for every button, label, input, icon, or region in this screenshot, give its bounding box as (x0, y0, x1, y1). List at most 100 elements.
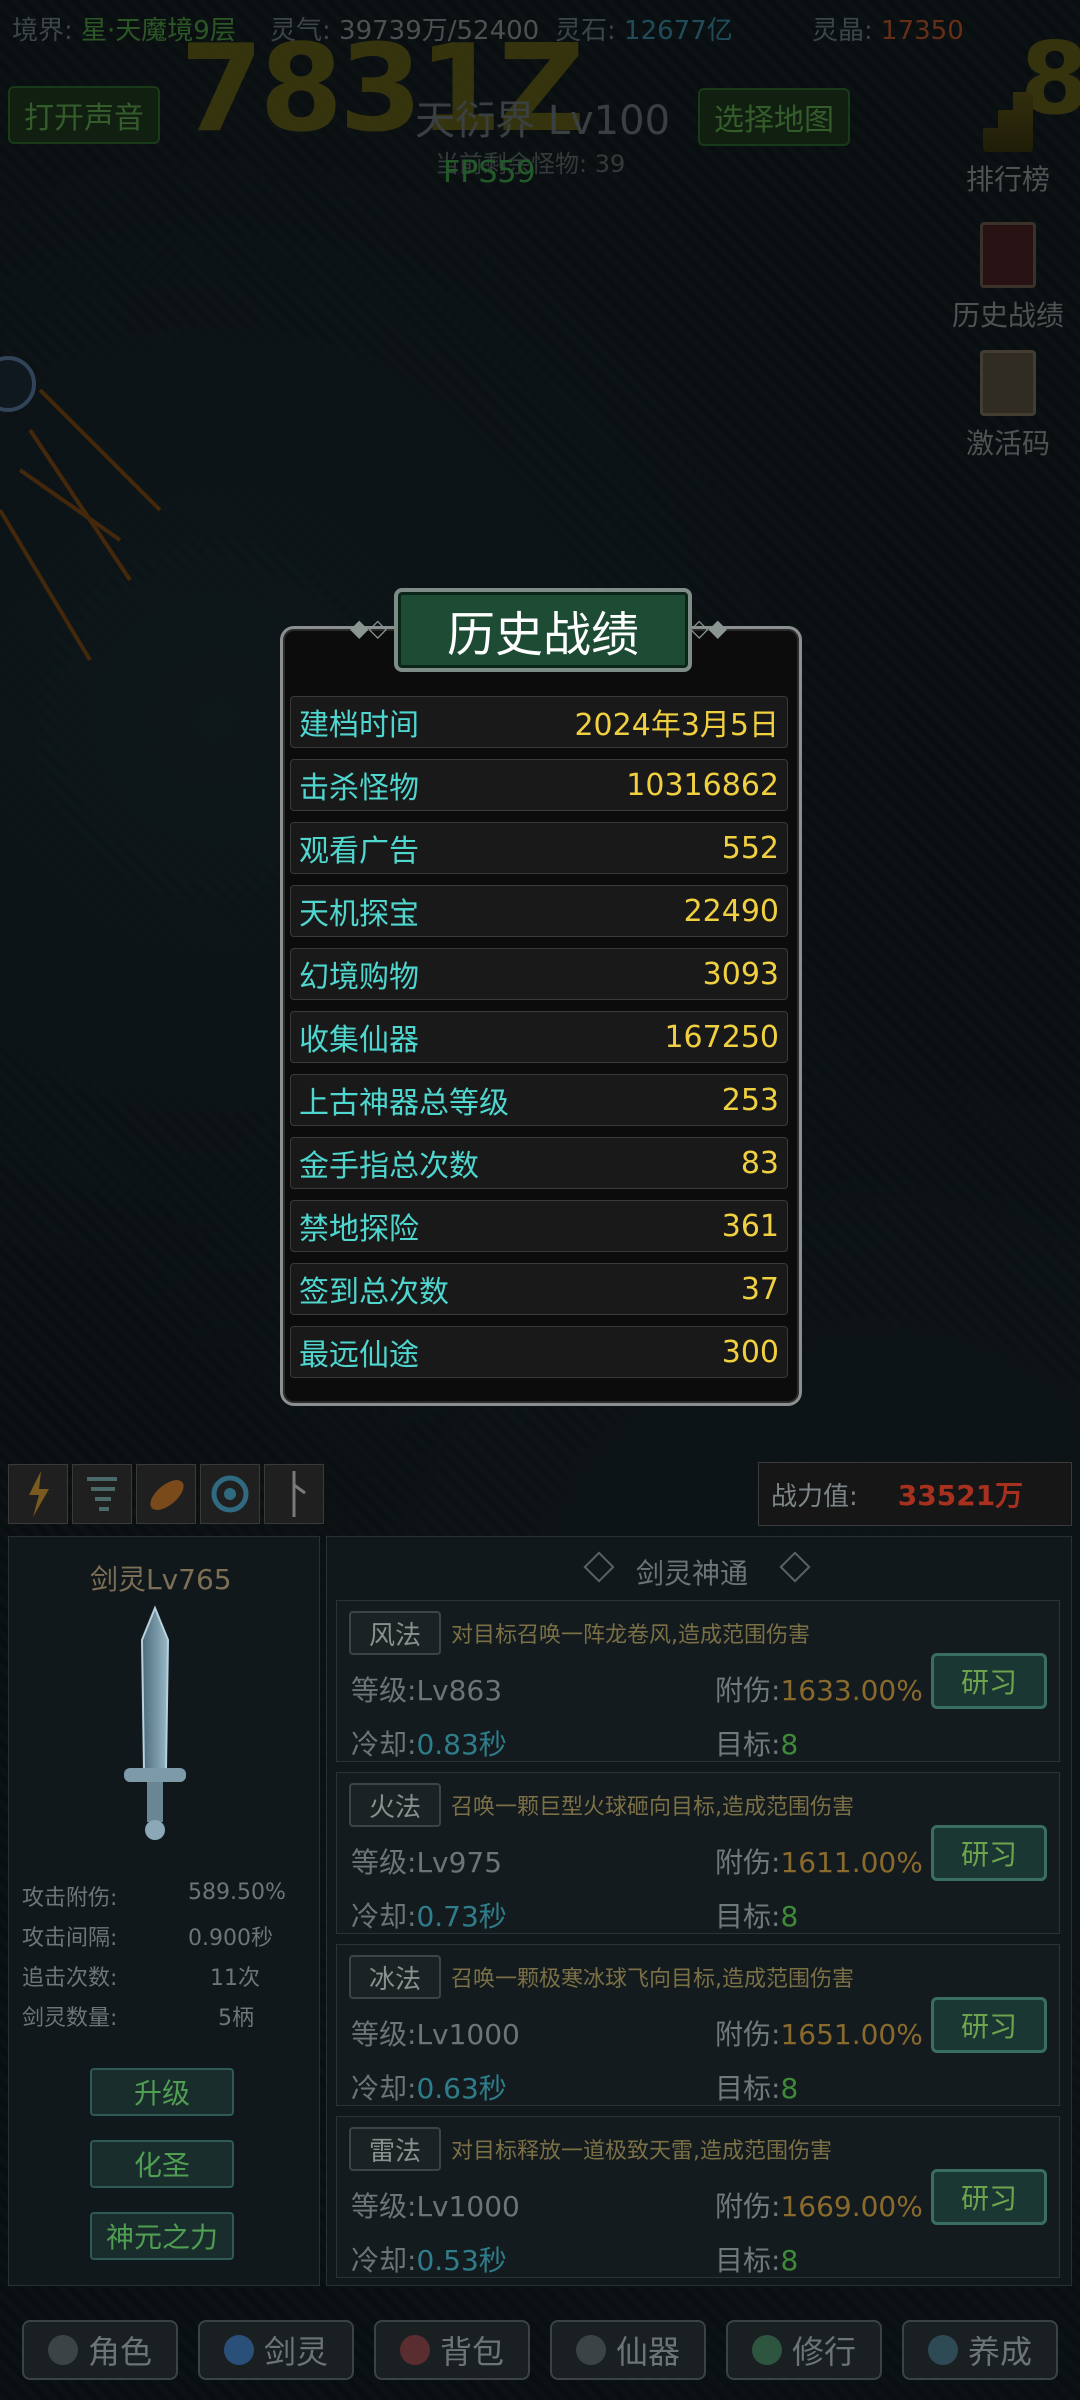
level-value: Lv975 (416, 1846, 503, 1879)
skill-slot-ice[interactable] (200, 1464, 260, 1524)
skill-card-ice: 冰法 召唤一颗极寒冰球飞向目标,造成范围伤害 等级:Lv1000 附伤:1651… (336, 1944, 1060, 2106)
bolt-icon (292, 1471, 306, 1517)
damage-label: 附伤: (715, 1846, 781, 1879)
target-label: 目标: (715, 2072, 781, 2105)
skill-target: 目标:8 (715, 1723, 798, 1763)
skill-description: 召唤一颗极寒冰球飞向目标,造成范围伤害 (451, 1967, 854, 1992)
stat-row: 最远仙途 300 (290, 1326, 788, 1378)
combat-power-value: 33521万 (897, 1479, 1024, 1512)
stat-key: 击杀怪物 (299, 771, 419, 806)
cooldown-value: 0.53秒 (416, 2244, 507, 2277)
stat-row: 幻境购物 3093 (290, 948, 788, 1000)
stat-value: 300 (721, 1334, 779, 1370)
stat-row: 击杀怪物 10316862 (290, 759, 788, 811)
cooldown-label: 冷却: (351, 1900, 417, 1933)
skill-slot-fire[interactable] (136, 1464, 196, 1524)
target-value: 8 (780, 1728, 799, 1761)
stat-key: 禁地探险 (299, 1212, 419, 1247)
stat-value-attack-bonus: 589.50% (188, 1880, 286, 1905)
stat-key: 金手指总次数 (299, 1149, 479, 1184)
nav-label: 修行 (791, 2333, 856, 2371)
nav-backpack[interactable]: 背包 (374, 2320, 530, 2380)
stat-row: 上古神器总等级 253 (290, 1074, 788, 1126)
nav-artifact[interactable]: 仙器 (550, 2320, 706, 2380)
sanctify-button[interactable]: 化圣 (90, 2140, 234, 2188)
skill-level: 等级:Lv975 (351, 1841, 502, 1881)
vortex-icon (211, 1475, 249, 1513)
level-value: Lv1000 (416, 2190, 520, 2223)
target-value: 8 (780, 2072, 799, 2105)
lightning-icon (29, 1471, 49, 1517)
cooldown-value: 0.73秒 (416, 1900, 507, 1933)
stat-key: 观看广告 (299, 834, 419, 869)
stat-value: 167250 (664, 1019, 779, 1055)
stat-key: 收集仙器 (299, 1023, 419, 1058)
cultivate-icon (751, 2335, 782, 2365)
nav-character[interactable]: 角色 (22, 2320, 178, 2380)
skill-tag: 风法 (349, 1611, 441, 1655)
skill-tag: 冰法 (349, 1955, 441, 1999)
cooldown-label: 冷却: (351, 2072, 417, 2105)
stat-row: 金手指总次数 83 (290, 1137, 788, 1189)
divine-power-button[interactable]: 神元之力 (90, 2212, 234, 2260)
level-label: 等级: (351, 2190, 417, 2223)
nav-label: 剑灵 (263, 2333, 328, 2371)
stat-row: 观看广告 552 (290, 822, 788, 874)
nav-label: 背包 (439, 2333, 504, 2371)
skill-description: 召唤一颗巨型火球砸向目标,造成范围伤害 (451, 1795, 854, 1820)
stat-value: 83 (740, 1145, 779, 1181)
title-ornament-left: ◆◇ (350, 614, 387, 642)
stat-value: 10316862 (626, 767, 779, 803)
skill-card-fire: 火法 召唤一颗巨型火球砸向目标,造成范围伤害 等级:Lv975 附伤:1611.… (336, 1772, 1060, 1934)
stat-key: 上古神器总等级 (299, 1086, 509, 1121)
skill-card-wind: 风法 对目标召唤一阵龙卷风,造成范围伤害 等级:Lv863 附伤:1633.00… (336, 1600, 1060, 1762)
stat-key: 天机探宝 (299, 897, 419, 932)
nav-label: 角色 (87, 2333, 152, 2371)
skill-slot-thunder[interactable] (264, 1464, 324, 1524)
skill-description: 对目标释放一道极致天雷,造成范围伤害 (451, 2139, 832, 2164)
skill-cooldown: 冷却:0.83秒 (351, 1723, 507, 1763)
backpack-icon (399, 2335, 430, 2365)
upgrade-button[interactable]: 升级 (90, 2068, 234, 2116)
study-button[interactable]: 研习 (931, 1997, 1047, 2053)
cooldown-value: 0.83秒 (416, 1728, 507, 1761)
skill-card-thunder: 雷法 对目标释放一道极致天雷,造成范围伤害 等级:Lv1000 附伤:1669.… (336, 2116, 1060, 2278)
skill-level: 等级:Lv1000 (351, 2013, 520, 2053)
stat-value: 37 (740, 1271, 779, 1307)
skill-cooldown: 冷却:0.63秒 (351, 2067, 507, 2107)
study-button[interactable]: 研习 (931, 1825, 1047, 1881)
stat-key: 幻境购物 (299, 960, 419, 995)
combat-power-label: 战力值: (771, 1481, 858, 1512)
artifact-icon (575, 2335, 606, 2365)
tornado-icon (87, 1477, 117, 1511)
stat-value-sword-count: 5柄 (218, 2006, 254, 2031)
modal-title: 历史战绩 (394, 588, 692, 672)
skill-cooldown: 冷却:0.73秒 (351, 1895, 507, 1935)
skill-target: 目标:8 (715, 2067, 798, 2107)
study-button[interactable]: 研习 (931, 2169, 1047, 2225)
target-label: 目标: (715, 1728, 781, 1761)
stat-value: 253 (721, 1082, 779, 1118)
skill-target: 目标:8 (715, 2239, 798, 2279)
damage-label: 附伤: (715, 2018, 781, 2051)
skill-level: 等级:Lv863 (351, 1669, 502, 1709)
nav-nurture[interactable]: 养成 (902, 2320, 1058, 2380)
target-label: 目标: (715, 1900, 781, 1933)
skill-tag: 雷法 (349, 2127, 441, 2171)
skill-slot-wind[interactable] (72, 1464, 132, 1524)
stat-key: 建档时间 (299, 708, 419, 743)
skill-damage: 附伤:1633.00% (715, 1669, 923, 1709)
cooldown-label: 冷却: (351, 2244, 417, 2277)
sword-spirit-icon (223, 2335, 254, 2365)
skill-slot-lightning[interactable] (8, 1464, 68, 1524)
study-button[interactable]: 研习 (931, 1653, 1047, 1709)
stat-row: 天机探宝 22490 (290, 885, 788, 937)
fireball-icon (150, 1480, 184, 1510)
stat-label-sword-count: 剑灵数量: (22, 2006, 118, 2031)
nav-cultivate[interactable]: 修行 (726, 2320, 882, 2380)
nav-label: 仙器 (615, 2333, 680, 2371)
skill-damage: 附伤:1611.00% (715, 1841, 923, 1881)
level-value: Lv1000 (416, 2018, 520, 2051)
damage-label: 附伤: (715, 1674, 781, 1707)
nav-sword-spirit[interactable]: 剑灵 (198, 2320, 354, 2380)
